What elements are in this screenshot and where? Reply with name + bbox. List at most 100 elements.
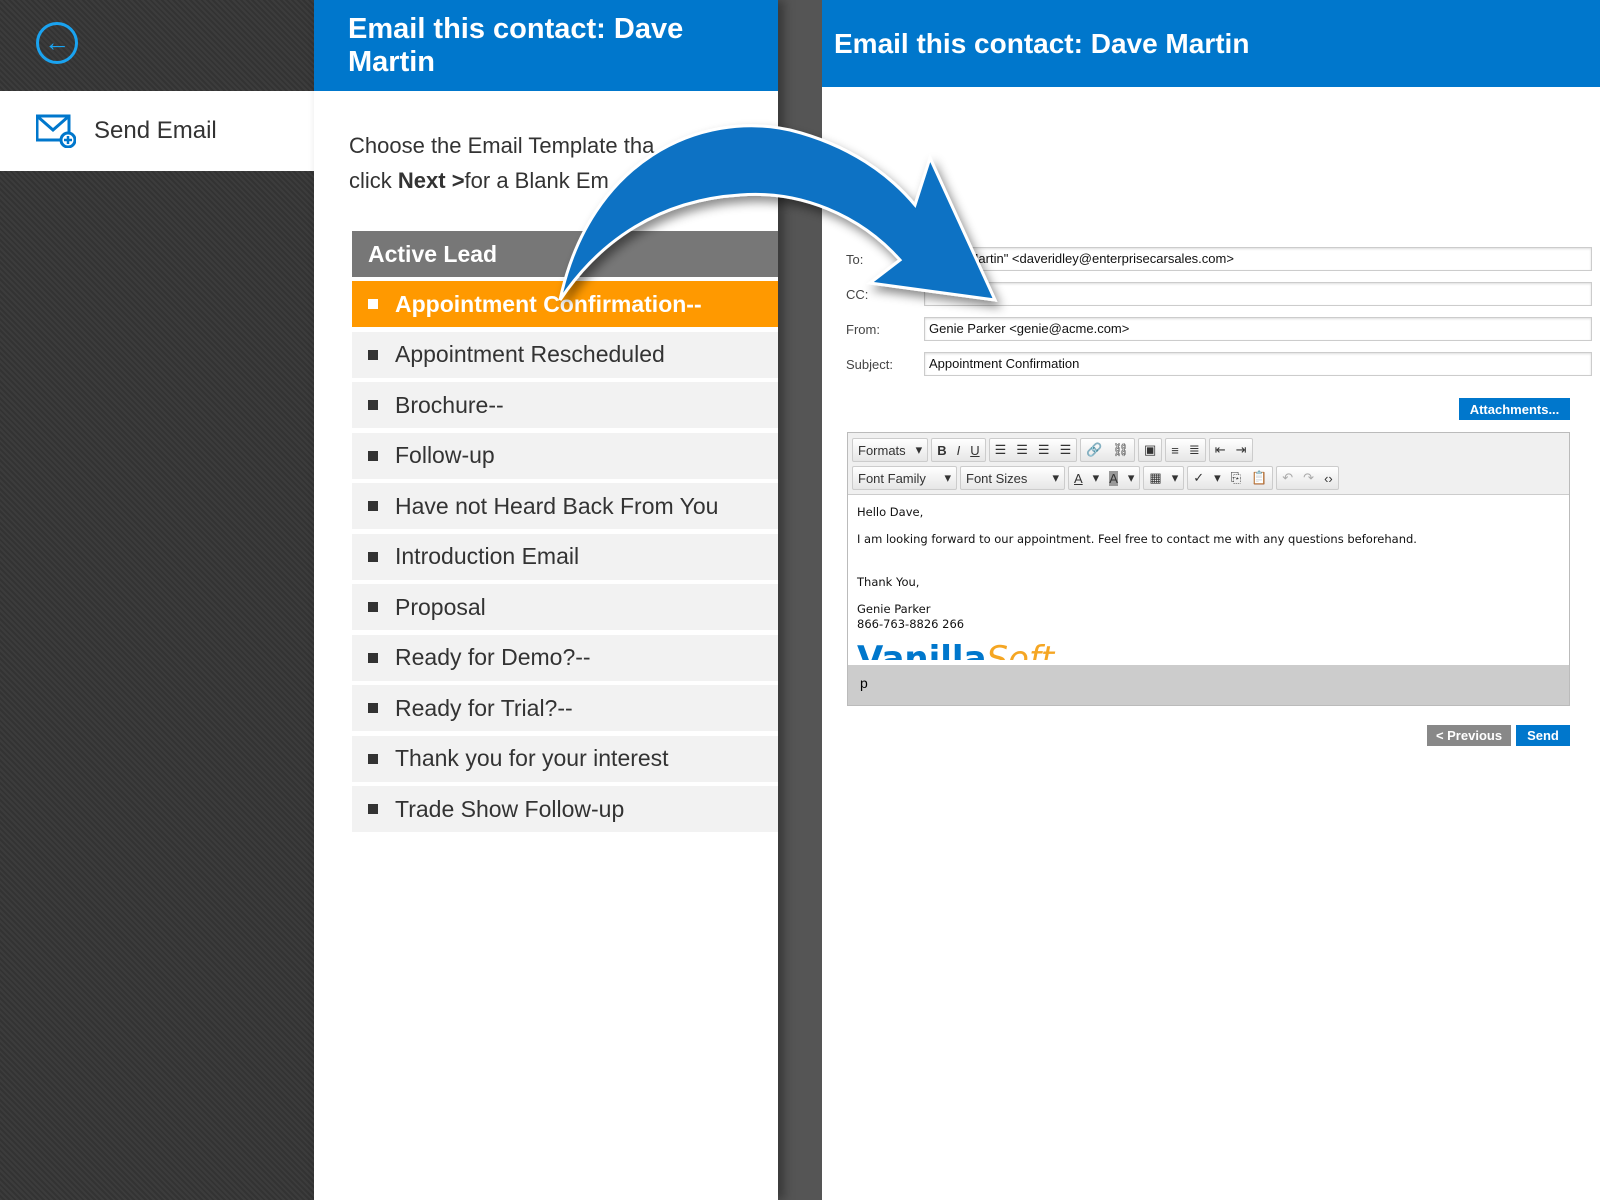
unlink-icon[interactable]: ⛓ — [1112, 442, 1129, 458]
template-item[interactable]: Appointment Confirmation-- — [352, 281, 778, 327]
body-text: I am looking forward to our appointment.… — [857, 532, 1417, 546]
justify-icon[interactable]: ☰ — [1060, 442, 1072, 458]
redo-icon[interactable]: ↷ — [1303, 470, 1314, 486]
template-item[interactable]: Brochure-- — [352, 382, 778, 428]
template-item[interactable]: Proposal — [352, 584, 778, 630]
body-closing: Thank You, — [857, 575, 920, 589]
template-label: Ready for Demo?-- — [395, 644, 591, 670]
link-icon[interactable]: 🔗 — [1086, 442, 1102, 458]
instructions: Choose the Email Template tha click Next… — [349, 128, 769, 198]
italic-icon[interactable]: I — [957, 443, 961, 458]
template-item[interactable]: Have not Heard Back From You — [352, 483, 778, 529]
source-code-icon[interactable]: ‹› — [1324, 471, 1333, 486]
undo-icon[interactable]: ↶ — [1282, 470, 1293, 486]
template-label: Ready for Trial?-- — [395, 694, 573, 721]
underline-icon[interactable]: U — [970, 443, 979, 458]
bullet-icon — [368, 299, 378, 309]
image-icon[interactable]: ▣ — [1144, 442, 1156, 458]
from-field[interactable]: Genie Parker <genie@acme.com> — [924, 317, 1592, 341]
previous-button[interactable]: < Previous — [1427, 725, 1511, 746]
bullet-icon — [368, 753, 378, 764]
bullet-icon — [368, 501, 378, 511]
template-label: Proposal — [395, 593, 486, 620]
rich-text-editor: Formats ▾ BIU ☰ ☰ ☰ ☰ 🔗 ⛓ ▣ ≡ ≣ ⇤ ⇥ Font Family… — [847, 432, 1570, 706]
chevron-down-icon[interactable]: ▾ — [1172, 470, 1179, 486]
template-item[interactable]: Trade Show Follow-up — [352, 786, 778, 832]
paste-icon[interactable]: 📋 — [1251, 470, 1267, 486]
bullet-icon — [368, 400, 378, 410]
copy-icon[interactable]: ⎘ — [1231, 470, 1241, 486]
compose-panel: Email this contact: Dave Martin To: "Dave… — [822, 0, 1600, 1200]
outdent-icon[interactable]: ⇤ — [1215, 442, 1226, 458]
chevron-down-icon[interactable]: ▾ — [1093, 470, 1100, 486]
next-keyword: Next > — [397, 168, 465, 193]
font-sizes-dropdown[interactable]: Font Sizes — [966, 471, 1027, 486]
to-label: To: — [846, 251, 864, 267]
font-family-dropdown[interactable]: Font Family — [858, 471, 926, 486]
background-color-icon[interactable]: A — [1109, 470, 1118, 486]
template-item[interactable]: Thank you for your interest — [352, 735, 778, 782]
bold-icon[interactable]: B — [937, 443, 946, 458]
left-sidebar: ← Send Email — [0, 0, 314, 1200]
template-group-header: Active Lead — [352, 231, 778, 277]
bullet-icon — [368, 804, 378, 814]
editor-status-bar: p — [848, 665, 1569, 705]
signature-name: Genie Parker — [857, 602, 931, 616]
text-color-icon[interactable]: A — [1074, 471, 1083, 486]
bullet-icon — [368, 602, 378, 612]
align-center-icon[interactable]: ☰ — [1016, 442, 1028, 458]
editor-content[interactable]: Hello Dave, I am looking forward to our … — [848, 495, 1569, 665]
template-label: Thank you for your interest — [395, 745, 669, 771]
chevron-down-icon[interactable]: ▾ — [1052, 470, 1059, 486]
send-button[interactable]: Send — [1516, 725, 1570, 746]
signature-phone: 866-763-8826 266 — [857, 617, 965, 631]
element-path[interactable]: p — [860, 675, 868, 691]
template-label: Trade Show Follow-up — [395, 795, 625, 822]
compose-title: Email this contact: Dave Martin — [822, 0, 1600, 87]
indent-icon[interactable]: ⇥ — [1236, 442, 1247, 458]
bullet-icon — [368, 703, 378, 713]
align-left-icon[interactable]: ☰ — [995, 442, 1007, 458]
chevron-down-icon[interactable]: ▾ — [1214, 470, 1221, 486]
template-list: Active Lead Appointment Confirmation-- Ap… — [352, 231, 778, 837]
cc-label: CC: — [846, 286, 869, 302]
align-right-icon[interactable]: ☰ — [1038, 442, 1050, 458]
bullet-icon — [368, 551, 378, 562]
chevron-down-icon[interactable]: ▾ — [916, 442, 923, 458]
cc-field[interactable] — [924, 282, 1592, 306]
table-icon[interactable]: ▦ — [1149, 470, 1161, 486]
to-field[interactable]: "Dave Martin" <daveridley@enterprisecars… — [924, 247, 1592, 271]
template-label: Introduction Email — [395, 543, 580, 569]
instructions-line-1: Choose the Email Template tha — [349, 133, 655, 158]
instructions-text: for a Blank Em — [464, 168, 609, 193]
template-item[interactable]: Follow-up — [352, 432, 778, 479]
sidebar-item-label: Send Email — [94, 117, 217, 144]
back-arrow-icon[interactable]: ← — [36, 22, 78, 64]
subject-label: Subject: — [846, 356, 893, 372]
template-label: Brochure-- — [395, 391, 504, 418]
from-label: From: — [846, 321, 880, 337]
sidebar-item-send-email[interactable]: Send Email — [0, 91, 314, 171]
sidebar-header: ← — [0, 0, 314, 91]
spellcheck-icon[interactable]: ✓ — [1193, 470, 1204, 486]
bullet-list-icon[interactable]: ≡ — [1171, 443, 1179, 458]
subject-field[interactable]: Appointment Confirmation — [924, 352, 1592, 376]
template-label: Have not Heard Back From You — [395, 492, 719, 519]
numbered-list-icon[interactable]: ≣ — [1189, 442, 1200, 458]
template-label: Appointment Rescheduled — [395, 341, 665, 367]
instructions-text: click — [349, 168, 398, 193]
template-item[interactable]: Ready for Demo?-- — [352, 634, 778, 681]
template-item[interactable]: Introduction Email — [352, 533, 778, 580]
formats-dropdown[interactable]: Formats — [858, 443, 906, 458]
template-label: Appointment Confirmation-- — [395, 290, 702, 317]
chevron-down-icon[interactable]: ▾ — [944, 470, 951, 486]
template-item[interactable]: Ready for Trial?-- — [352, 685, 778, 731]
attachments-button[interactable]: Attachments... — [1459, 398, 1570, 420]
template-label: Follow-up — [395, 442, 495, 468]
template-item[interactable]: Appointment Rescheduled — [352, 331, 778, 378]
chevron-down-icon[interactable]: ▾ — [1128, 470, 1135, 486]
bullet-icon — [368, 450, 378, 461]
template-panel: Email this contact: Dave Martin Choose t… — [314, 0, 778, 1200]
vanillasoft-logo: VanillaSoft — [857, 640, 1055, 660]
page-title: Email this contact: Dave Martin — [314, 0, 778, 91]
